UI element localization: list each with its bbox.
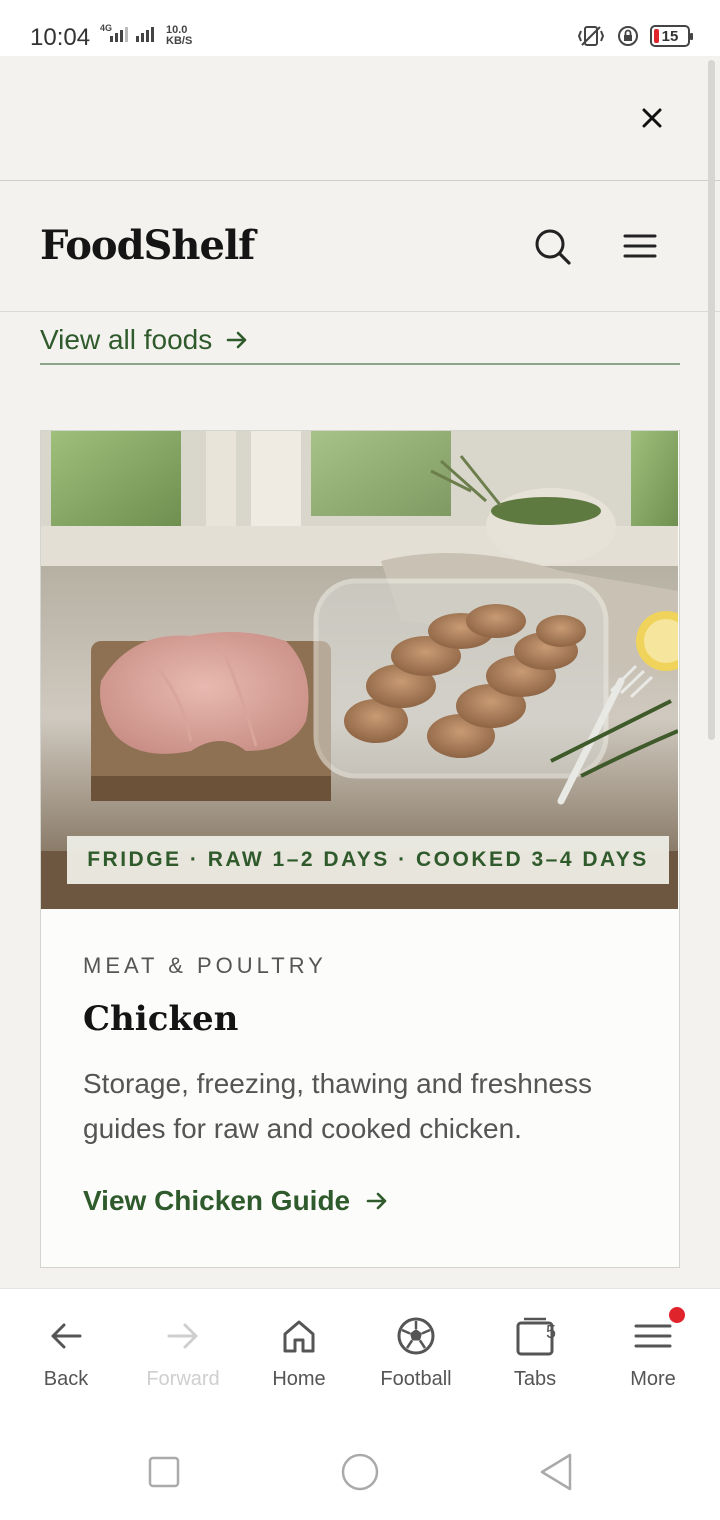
recents-square-icon[interactable] — [144, 1452, 184, 1492]
view-all-foods-link[interactable]: View all foods — [40, 316, 680, 365]
home-circle-icon[interactable] — [340, 1452, 380, 1492]
hamburger-menu-icon[interactable] — [620, 226, 660, 266]
page-scrollbar[interactable] — [708, 60, 715, 740]
notification-dot — [669, 1307, 685, 1323]
food-card[interactable]: FRIDGE · RAW 1–2 DAYS · COOKED 3–4 DAYS … — [40, 430, 680, 1268]
nav-back-button[interactable]: Back — [11, 1316, 121, 1400]
nav-forward-button[interactable]: Forward — [128, 1316, 238, 1400]
back-triangle-icon[interactable] — [536, 1452, 576, 1492]
browser-banner-area — [0, 56, 720, 181]
signal-icon: 4G — [100, 22, 160, 44]
card-title[interactable]: Chicken — [83, 999, 238, 1039]
arrow-right-icon — [226, 331, 247, 348]
speed-unit: KB/S — [166, 35, 193, 47]
nav-football-button[interactable]: Football — [361, 1316, 471, 1400]
nav-football-label: Football — [380, 1368, 452, 1390]
svg-text:4G: 4G — [100, 23, 112, 33]
nav-tabs-button[interactable]: 5 Tabs — [480, 1316, 590, 1400]
storage-summary-badge: FRIDGE · RAW 1–2 DAYS · COOKED 3–4 DAYS — [67, 836, 669, 884]
nav-more-label: More — [630, 1368, 676, 1390]
nav-home-button[interactable]: Home — [244, 1316, 354, 1400]
more-menu-icon — [634, 1324, 672, 1348]
search-icon[interactable] — [530, 224, 574, 268]
nav-home-label: Home — [272, 1368, 326, 1390]
football-icon — [397, 1317, 435, 1355]
site-logo[interactable]: FoodShelf — [40, 222, 255, 269]
status-time: 10:04 — [30, 24, 91, 51]
back-arrow-icon — [51, 1323, 82, 1349]
view-chicken-guide-link[interactable]: View Chicken Guide — [83, 1185, 390, 1217]
nav-back-label: Back — [43, 1368, 89, 1390]
battery-indicator: 15 — [650, 25, 693, 47]
forward-arrow-icon — [167, 1323, 198, 1349]
card-link-label: View Chicken Guide — [83, 1185, 351, 1216]
view-all-label: View all foods — [40, 323, 213, 355]
close-icon[interactable] — [636, 102, 668, 134]
nav-forward-label: Forward — [146, 1368, 220, 1390]
nav-tabs-label: Tabs — [513, 1368, 557, 1390]
tabs-count: 5 — [545, 1322, 556, 1342]
nav-more-button[interactable]: More — [598, 1316, 708, 1400]
home-icon — [283, 1320, 315, 1353]
vibrate-icon — [577, 26, 605, 46]
card-category: MEAT & POULTRY — [83, 953, 327, 978]
status-right: 15 — [576, 24, 693, 48]
card-description: Storage, freezing, thawing and freshness… — [83, 1068, 592, 1144]
arrow-right-icon — [366, 1192, 387, 1210]
rotation-lock-icon — [618, 26, 638, 46]
network-speed: 10.0 KB/S — [166, 25, 192, 47]
